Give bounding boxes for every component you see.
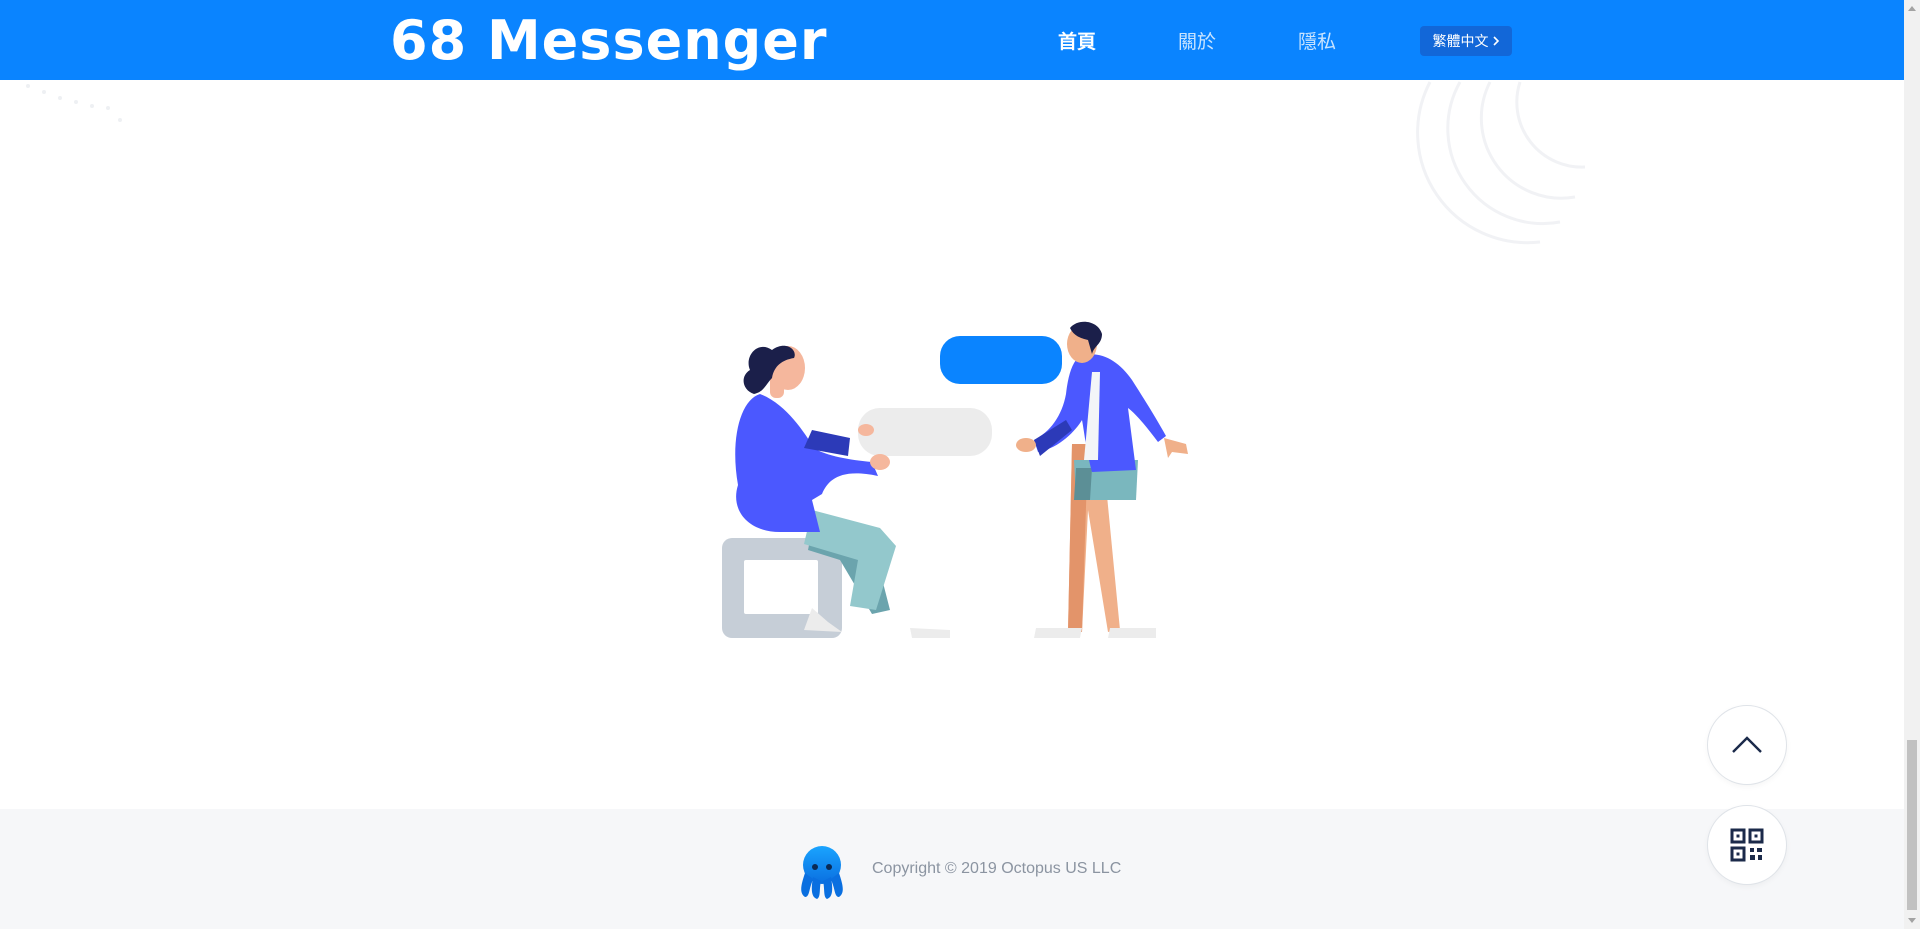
nav-item-about[interactable]: 關於	[1178, 27, 1216, 54]
vertical-scrollbar[interactable]	[1904, 0, 1920, 929]
nav-item-privacy[interactable]: 隱私	[1298, 27, 1336, 54]
scrollbar-thumb[interactable]	[1907, 740, 1917, 910]
copyright-text: Copyright © 2019 Octopus US LLC	[872, 860, 1122, 877]
octopus-logo-icon	[801, 846, 843, 899]
nav-item-home[interactable]: 首頁	[1058, 27, 1096, 54]
background-arcs-decoration	[1416, 81, 1586, 245]
app-logo[interactable]: 68 Messenger	[390, 8, 828, 74]
chat-people-illustration	[722, 321, 1188, 638]
footer: Copyright © 2019 Octopus US LLC	[0, 809, 1904, 929]
background-dots-decoration	[26, 84, 122, 122]
qr-code-button[interactable]	[1707, 805, 1787, 885]
language-select-button[interactable]: 繁體中文	[1420, 26, 1512, 56]
scroll-up-arrow-icon[interactable]	[1904, 0, 1920, 16]
scroll-down-arrow-icon[interactable]	[1904, 913, 1920, 929]
chevron-up-icon	[1732, 736, 1762, 753]
page: 68 Messenger 首頁 關於 隱私 繁體中文 Copyright © 2…	[0, 0, 1904, 929]
language-label: 繁體中文	[1432, 33, 1489, 49]
back-to-top-button[interactable]	[1707, 705, 1787, 785]
qr-code-icon	[1730, 828, 1764, 862]
chevron-right-icon	[1492, 36, 1499, 46]
top-navigation-bar: 68 Messenger 首頁 關於 隱私 繁體中文	[0, 0, 1904, 80]
